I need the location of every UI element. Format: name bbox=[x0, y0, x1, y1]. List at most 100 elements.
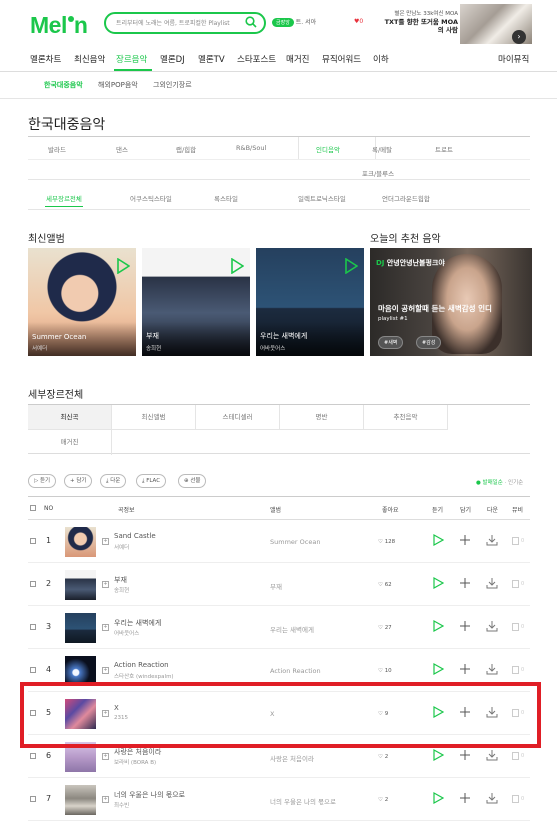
row-thumbnail[interactable] bbox=[65, 613, 96, 643]
nav-starpost[interactable]: 스타포스트 bbox=[237, 53, 276, 65]
song-artist[interactable]: 서예더 bbox=[114, 543, 129, 551]
select-all-checkbox[interactable] bbox=[30, 505, 36, 511]
tab-latest-albums[interactable]: 최신앨범 bbox=[112, 405, 196, 430]
nav-genre[interactable]: 장르음악 bbox=[116, 53, 147, 65]
song-artist[interactable]: 스타산호 (windexpalm) bbox=[114, 672, 174, 680]
mv-icon[interactable] bbox=[512, 623, 519, 631]
play-icon[interactable] bbox=[432, 534, 444, 546]
detail-underground[interactable]: 언더그라운드힙합 bbox=[382, 193, 430, 203]
album-artist[interactable]: 서예더 bbox=[32, 344, 47, 352]
genre-ballad[interactable]: 발라드 bbox=[48, 144, 66, 154]
album-artist[interactable]: 어바웃어스 bbox=[260, 344, 285, 352]
song-title[interactable]: Sand Castle bbox=[114, 532, 156, 540]
melon-logo[interactable]: Mel n bbox=[30, 12, 88, 39]
table-row[interactable]: 1 + Sand Castle 서예더 Summer Ocean ♡ 128 0 bbox=[28, 520, 530, 563]
add-icon[interactable] bbox=[459, 749, 471, 761]
user-info[interactable]: 금장앙 트. 서아 bbox=[272, 17, 316, 27]
gift-button[interactable]: ⊕ 선물 bbox=[178, 474, 207, 488]
tab-recommended[interactable]: 추천음악 bbox=[364, 405, 448, 430]
like-button[interactable]: ♡ 128 bbox=[378, 539, 395, 545]
recommend-card[interactable]: DJ 안녕안녕난볼펑크야 마음이 공허할때 듣는 새벽감성 인디 playlist… bbox=[370, 248, 532, 356]
play-icon[interactable] bbox=[432, 749, 444, 761]
song-album[interactable]: 사랑은 처음이라 bbox=[270, 753, 314, 763]
song-album[interactable]: Summer Ocean bbox=[270, 538, 320, 546]
song-title[interactable]: 우리는 새벽에게 bbox=[114, 618, 161, 628]
recommend-tag[interactable]: #감성 bbox=[416, 336, 442, 349]
song-artist[interactable]: 보라비 (BORA B) bbox=[114, 758, 156, 766]
song-album[interactable]: 너의 우울은 나의 몫으로 bbox=[270, 796, 336, 806]
download-icon[interactable] bbox=[486, 792, 498, 804]
sub-nav-other[interactable]: 그외인기장르 bbox=[153, 80, 192, 90]
song-info-icon[interactable]: + bbox=[102, 753, 109, 760]
detail-acoustic[interactable]: 어쿠스틱스타일 bbox=[130, 193, 172, 203]
genre-dance[interactable]: 댄스 bbox=[116, 144, 128, 154]
detail-all[interactable]: 세부장르전체 bbox=[46, 193, 82, 203]
ad-banner[interactable]: 별은 만남노 33k여신 MOA TXT를 향한 또거움 MOA의 사람 bbox=[380, 4, 532, 44]
nav-magazine[interactable]: 매거진 bbox=[286, 53, 309, 65]
nav-dj[interactable]: 멜론DJ bbox=[160, 53, 185, 65]
album-artist[interactable]: 송희현 bbox=[146, 344, 161, 352]
song-album[interactable]: 부재 bbox=[270, 581, 282, 591]
row-checkbox[interactable] bbox=[30, 667, 36, 673]
like-button[interactable]: ♡ 2 bbox=[378, 754, 388, 760]
download-icon[interactable] bbox=[486, 663, 498, 675]
nav-more[interactable]: 이하 bbox=[373, 53, 389, 65]
like-button[interactable]: ♡ 10 bbox=[378, 668, 392, 674]
sort-by-date[interactable]: ● 발매일순 bbox=[476, 480, 503, 486]
tab-magazine[interactable]: 매거진 bbox=[28, 430, 112, 455]
add-icon[interactable] bbox=[459, 577, 471, 589]
play-icon[interactable] bbox=[344, 258, 358, 274]
song-info-icon[interactable]: + bbox=[102, 624, 109, 631]
alert-icon[interactable]: ♥0 bbox=[354, 18, 363, 25]
album-card[interactable]: 부재 송희현 bbox=[142, 248, 250, 356]
song-info-icon[interactable]: + bbox=[102, 796, 109, 803]
genre-rnb[interactable]: R&B/Soul bbox=[236, 144, 266, 152]
add-all-button[interactable]: + 담기 bbox=[64, 474, 93, 488]
tab-classic[interactable]: 명반 bbox=[280, 405, 364, 430]
tab-latest-songs[interactable]: 최신곡 bbox=[28, 405, 112, 430]
mv-icon[interactable] bbox=[512, 666, 519, 674]
play-icon[interactable] bbox=[432, 620, 444, 632]
row-checkbox[interactable] bbox=[30, 624, 36, 630]
play-icon[interactable] bbox=[432, 577, 444, 589]
recommend-tag[interactable]: #새벽 bbox=[378, 336, 404, 349]
add-icon[interactable] bbox=[459, 663, 471, 675]
download-all-button[interactable]: ⤓ 다운 bbox=[100, 474, 127, 488]
row-thumbnail[interactable] bbox=[65, 785, 96, 815]
genre-hiphop[interactable]: 랩/힙합 bbox=[176, 144, 196, 154]
genre-rock[interactable]: 록/메탈 bbox=[372, 144, 392, 154]
mv-icon[interactable] bbox=[512, 752, 519, 760]
song-info-icon[interactable]: + bbox=[102, 667, 109, 674]
song-title[interactable]: 부재 bbox=[114, 575, 127, 585]
search-icon[interactable] bbox=[245, 16, 257, 28]
sub-nav-kpop[interactable]: 한국대중음악 bbox=[44, 80, 83, 90]
chevron-right-icon[interactable]: › bbox=[512, 30, 526, 44]
flac-button[interactable]: ⤓ FLAC bbox=[136, 474, 167, 488]
tab-steady[interactable]: 스테디셀러 bbox=[196, 405, 280, 430]
album-card[interactable]: Summer Ocean 서예더 bbox=[28, 248, 136, 356]
song-artist[interactable]: 송희현 bbox=[114, 586, 129, 594]
table-row[interactable]: 3 + 우리는 새벽에게 어바웃어스 우리는 새벽에게 ♡ 27 0 bbox=[28, 606, 530, 649]
nav-chart[interactable]: 멜론차트 bbox=[30, 53, 61, 65]
detail-electronic[interactable]: 일렉트로닉스타일 bbox=[298, 193, 346, 203]
genre-indie[interactable]: 인디음악 bbox=[316, 144, 340, 154]
genre-trot[interactable]: 트로트 bbox=[435, 144, 453, 154]
like-button[interactable]: ♡ 62 bbox=[378, 582, 392, 588]
song-artist[interactable]: 어바웃어스 bbox=[114, 629, 139, 637]
download-icon[interactable] bbox=[486, 534, 498, 546]
song-title[interactable]: 너의 우울은 나의 몫으로 bbox=[114, 790, 185, 800]
play-icon[interactable] bbox=[116, 258, 130, 274]
detail-rock[interactable]: 록스타일 bbox=[214, 193, 238, 203]
download-icon[interactable] bbox=[486, 620, 498, 632]
song-info-icon[interactable]: + bbox=[102, 581, 109, 588]
genre-folk[interactable]: 포크/블루스 bbox=[362, 168, 394, 178]
song-artist[interactable]: 최수빈 bbox=[114, 801, 129, 809]
table-row[interactable]: 2 + 부재 송희현 부재 ♡ 62 0 bbox=[28, 563, 530, 606]
nav-awards[interactable]: 뮤직어워드 bbox=[322, 53, 361, 65]
like-button[interactable]: ♡ 27 bbox=[378, 625, 392, 631]
sub-nav-pop[interactable]: 해외POP음악 bbox=[98, 80, 138, 90]
search-input[interactable]: 트리부터에 노래는 여름, 트로피컬한 Playlist bbox=[104, 12, 266, 34]
song-album[interactable]: 우리는 새벽에게 bbox=[270, 624, 314, 634]
row-checkbox[interactable] bbox=[30, 753, 36, 759]
play-icon[interactable] bbox=[230, 258, 244, 274]
